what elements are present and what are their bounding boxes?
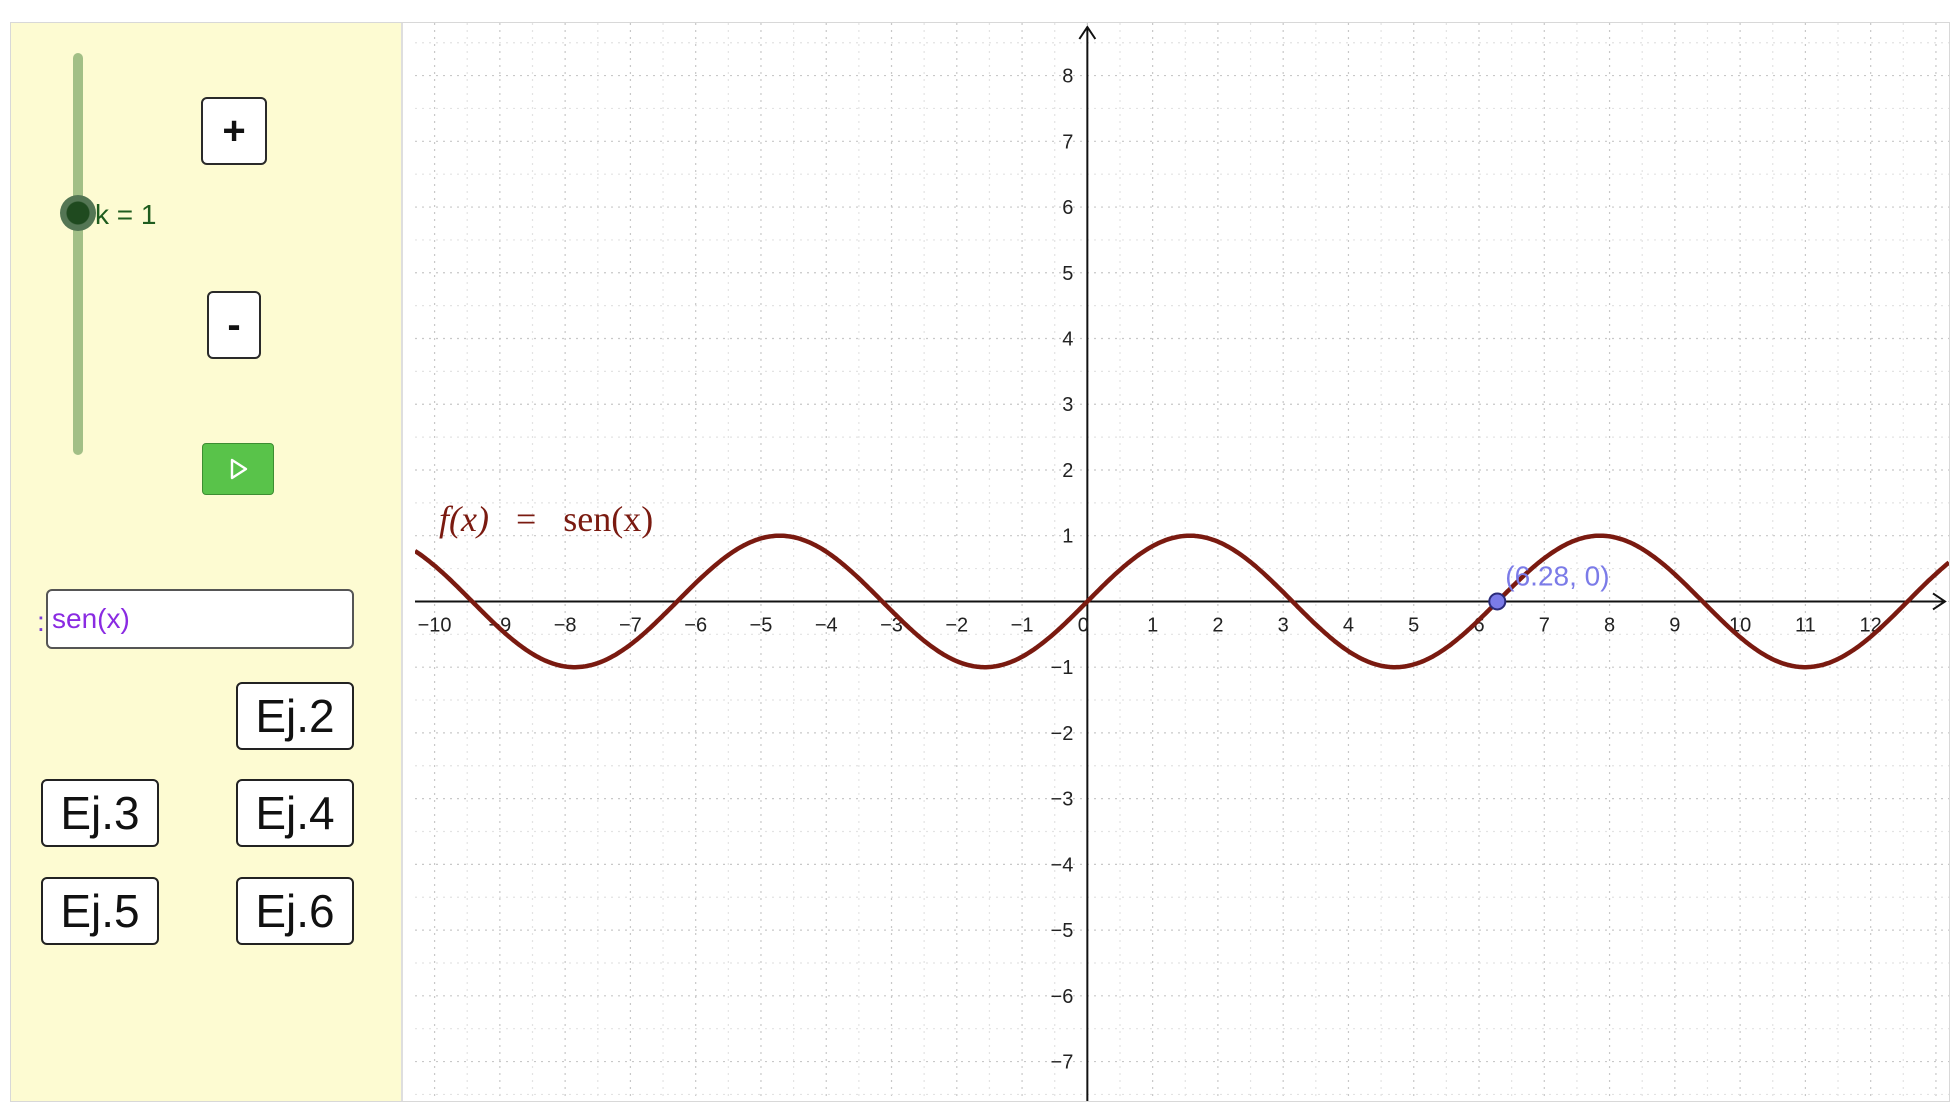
function-graph[interactable]: −10 −9 −8 −7 −6 −5 −4 −3 −2 −1 0 1 2 3 4 5 6 7 8 9 10 11 12−7−… bbox=[415, 23, 1949, 1101]
y-tick-label: 3 bbox=[1062, 394, 1073, 416]
axes bbox=[415, 25, 1947, 1101]
play-icon bbox=[230, 458, 248, 480]
y-tick-label: 7 bbox=[1062, 131, 1073, 153]
k-slider-handle[interactable] bbox=[60, 195, 96, 231]
exercise-3-button[interactable]: Ej.3 bbox=[41, 779, 159, 847]
x-tick-label: −7 bbox=[619, 614, 642, 636]
y-tick-label: −7 bbox=[1051, 1052, 1074, 1074]
y-tick-label: −4 bbox=[1051, 854, 1074, 876]
decrease-k-button[interactable]: - bbox=[207, 291, 261, 359]
x-tick-label: −4 bbox=[815, 614, 838, 636]
function-label-rhs: sen(x) bbox=[563, 499, 653, 539]
function-label-lhs: f(x) bbox=[439, 499, 489, 539]
x-tick-label: 4 bbox=[1343, 614, 1354, 636]
k-slider-label: k = 1 bbox=[95, 199, 157, 230]
x-tick-label: 9 bbox=[1669, 614, 1680, 636]
point-marker[interactable] bbox=[1488, 592, 1507, 611]
x-tick-label: 1 bbox=[1147, 614, 1158, 636]
x-tick-label: 7 bbox=[1539, 614, 1550, 636]
y-tick-label: −3 bbox=[1051, 789, 1074, 811]
x-tick-label: 3 bbox=[1278, 614, 1289, 636]
x-tick-label: 0 bbox=[1078, 614, 1089, 636]
y-tick-label: 1 bbox=[1062, 526, 1073, 548]
graphics-view[interactable]: −10 −9 −8 −7 −6 −5 −4 −3 −2 −1 0 1 2 3 4 5 6 7 8 9 10 11 12 −7−… bbox=[415, 23, 1949, 1101]
geogebra-applet: k = 1 + - : Ej.2 Ej.3 Ej.4 Ej.5 Ej.6 −10… bbox=[10, 22, 1950, 1102]
function-label-equals: = bbox=[516, 499, 536, 539]
x-tick-label: 5 bbox=[1408, 614, 1419, 636]
x-tick-label: 11 bbox=[1795, 614, 1816, 636]
y-tick-label: −2 bbox=[1051, 723, 1074, 745]
x-tick-label: −2 bbox=[945, 614, 968, 636]
y-tick-label: 8 bbox=[1062, 66, 1073, 88]
k-slider-track[interactable] bbox=[73, 53, 83, 455]
y-tick-label: 4 bbox=[1062, 329, 1073, 351]
input-caption: : bbox=[37, 606, 45, 637]
y-tick-label: −6 bbox=[1051, 986, 1074, 1008]
function-input[interactable] bbox=[46, 589, 354, 649]
exercise-5-button[interactable]: Ej.5 bbox=[41, 877, 159, 945]
x-tick-label: −1 bbox=[1011, 614, 1034, 636]
tick-labels: −10 −9 −8 −7 −6 −5 −4 −3 −2 −1 0 1 2 3 4 5 6 7 8 9 10 11 12−7−… bbox=[418, 66, 1882, 1074]
grid bbox=[415, 23, 1949, 1101]
y-tick-label: 6 bbox=[1062, 197, 1073, 219]
function-label: f(x) = sen(x) bbox=[439, 499, 653, 539]
y-tick-label: 5 bbox=[1062, 263, 1073, 285]
y-tick-label: 2 bbox=[1062, 460, 1073, 482]
control-panel: k = 1 + - : Ej.2 Ej.3 Ej.4 Ej.5 Ej.6 bbox=[11, 23, 403, 1101]
x-tick-label: 12 bbox=[1860, 614, 1882, 636]
exercise-6-button[interactable]: Ej.6 bbox=[236, 877, 354, 945]
x-tick-label: −8 bbox=[554, 614, 577, 636]
x-tick-label: 8 bbox=[1604, 614, 1615, 636]
x-tick-label: −5 bbox=[750, 614, 773, 636]
y-tick-label: −5 bbox=[1051, 920, 1074, 942]
point-label: (6.28, 0) bbox=[1505, 560, 1609, 591]
exercise-2-button[interactable]: Ej.2 bbox=[236, 682, 354, 750]
play-button[interactable] bbox=[202, 443, 274, 495]
x-tick-label: −6 bbox=[684, 614, 707, 636]
y-tick-label: −1 bbox=[1051, 657, 1074, 679]
increase-k-button[interactable]: + bbox=[201, 97, 267, 165]
exercise-4-button[interactable]: Ej.4 bbox=[236, 779, 354, 847]
x-tick-label: 2 bbox=[1212, 614, 1223, 636]
x-tick-label: −10 bbox=[418, 614, 452, 636]
